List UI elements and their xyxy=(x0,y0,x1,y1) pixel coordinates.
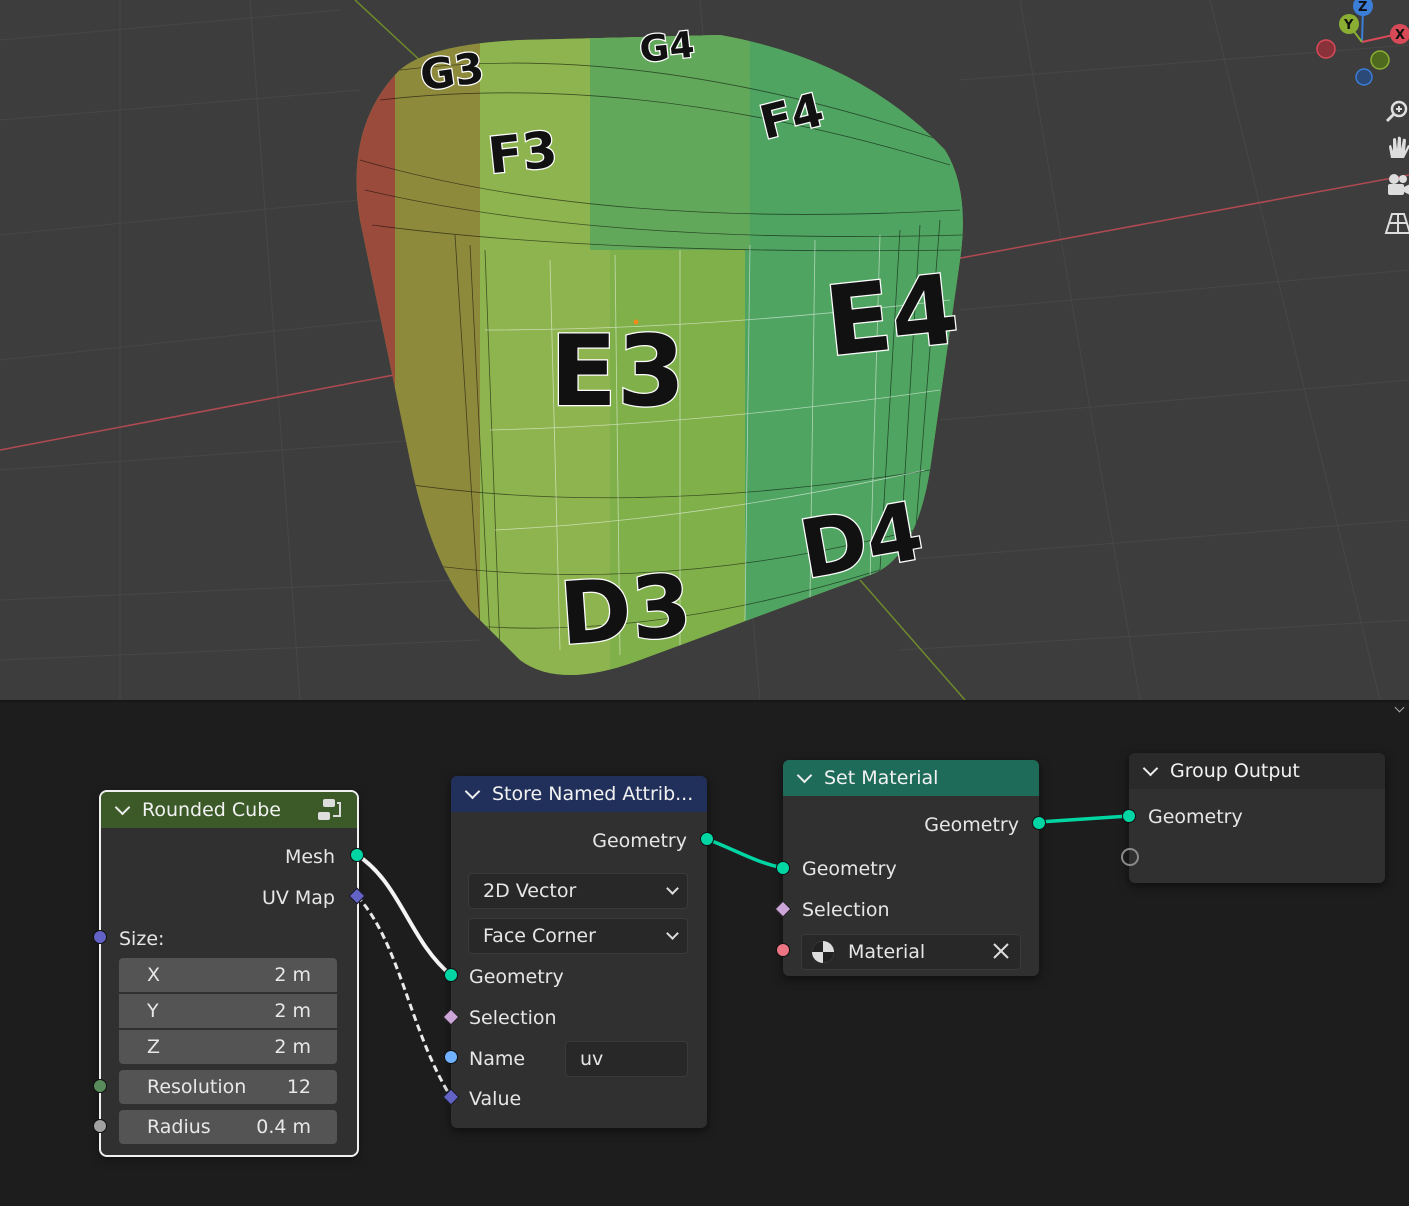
name-text-field[interactable]: uv xyxy=(565,1041,688,1077)
cube-label-g4: G4 xyxy=(638,25,697,71)
setmat-material-input-socket[interactable] xyxy=(776,943,790,957)
material-value: Material xyxy=(848,941,926,963)
domain-value: Face Corner xyxy=(483,925,596,947)
store-geometry-output-socket[interactable] xyxy=(700,832,714,846)
size-z-field[interactable]: Z 2 m xyxy=(119,1030,337,1064)
store-geometry-input-socket[interactable] xyxy=(444,968,458,982)
link-setmaterial-to-output xyxy=(1038,814,1130,824)
cube-label-d3: D3 xyxy=(557,556,695,665)
size-x-label: X xyxy=(147,964,161,986)
node-title: Store Named Attrib... xyxy=(492,783,694,805)
uv-map-output-label: UV Map xyxy=(261,887,335,909)
origin-dot xyxy=(633,319,639,325)
cube-label-e4: E4 xyxy=(820,253,963,378)
store-named-attribute-header[interactable]: Store Named Attrib... xyxy=(451,776,707,812)
set-material-node[interactable]: Set Material Geometry Geometry Selection… xyxy=(783,760,1039,976)
radius-value: 0.4 m xyxy=(256,1116,311,1138)
size-y-field[interactable]: Y 2 m xyxy=(119,994,337,1028)
chevron-down-icon xyxy=(666,882,679,895)
pan-hand-icon[interactable] xyxy=(1382,133,1409,163)
name-text-value: uv xyxy=(580,1048,604,1070)
rounded-cube-node[interactable]: Rounded Cube Mesh UV Map Size: X 2 m Y 2… xyxy=(99,790,359,1157)
cube-label-e3: E3 xyxy=(550,315,685,429)
link-uvmap-to-value xyxy=(355,894,453,1098)
collapse-chevron-icon[interactable] xyxy=(1142,760,1159,776)
cube-label-g3: G3 xyxy=(417,43,487,100)
size-input-socket[interactable] xyxy=(93,930,107,944)
group-output-header[interactable]: Group Output xyxy=(1129,753,1385,789)
size-y-label: Y xyxy=(147,1000,159,1022)
y-axis-line xyxy=(354,0,426,66)
material-sphere-icon xyxy=(810,939,836,970)
size-z-value: 2 m xyxy=(274,1036,311,1058)
node-editor[interactable]: Rounded Cube Mesh UV Map Size: X 2 m Y 2… xyxy=(0,702,1409,1206)
resolution-field[interactable]: Resolution 12 xyxy=(119,1070,337,1104)
set-material-header[interactable]: Set Material xyxy=(783,760,1039,796)
neg-x-axis-ball[interactable] xyxy=(1316,39,1336,59)
perspective-grid-icon[interactable] xyxy=(1382,208,1409,238)
cube-label-d4: D4 xyxy=(793,484,929,597)
z-axis-label: Z xyxy=(1358,0,1367,15)
store-named-attribute-node[interactable]: Store Named Attrib... Geometry 2D Vector… xyxy=(451,776,707,1128)
close-icon[interactable] xyxy=(992,942,1010,965)
collapse-chevron-icon[interactable] xyxy=(114,799,131,815)
navigation-gizmo[interactable]: Y Z X xyxy=(1316,0,1409,86)
rounded-cube-mesh[interactable]: G3 G4 F3 F4 E3 E4 D3 D4 xyxy=(340,23,975,680)
chevron-down-icon xyxy=(666,927,679,940)
size-x-value: 2 m xyxy=(274,964,311,986)
node-title: Set Material xyxy=(824,767,939,789)
value-input-label: Value xyxy=(469,1088,522,1110)
geometry-output-label: Geometry xyxy=(924,814,1019,836)
size-z-label: Z xyxy=(147,1036,161,1058)
radius-field[interactable]: Radius 0.4 m xyxy=(119,1110,337,1144)
mesh-output-socket[interactable] xyxy=(350,848,364,862)
neg-y-axis-ball[interactable] xyxy=(1370,50,1390,70)
camera-icon[interactable] xyxy=(1382,170,1409,200)
node-title: Rounded Cube xyxy=(142,799,281,821)
x-axis-label: X xyxy=(1395,28,1405,43)
setmat-geometry-output-socket[interactable] xyxy=(1032,816,1046,830)
data-type-dropdown[interactable]: 2D Vector xyxy=(468,873,688,909)
setmat-geometry-input-socket[interactable] xyxy=(776,861,790,875)
selection-input-label: Selection xyxy=(802,899,890,921)
size-y-value: 2 m xyxy=(274,1000,311,1022)
radius-input-socket[interactable] xyxy=(93,1119,107,1133)
viewport-scene: G3 G4 F3 F4 E3 E4 D3 D4 Y Z X xyxy=(0,0,1409,700)
output-geometry-input-socket[interactable] xyxy=(1122,809,1136,823)
rounded-cube-header[interactable]: Rounded Cube xyxy=(101,792,357,828)
y-axis-label: Y xyxy=(1343,18,1354,33)
mesh-output-label: Mesh xyxy=(284,846,335,868)
domain-dropdown[interactable]: Face Corner xyxy=(468,918,688,954)
x-axis-line xyxy=(0,369,421,451)
group-output-node[interactable]: Group Output Geometry xyxy=(1129,753,1385,883)
geometry-input-label: Geometry xyxy=(1148,806,1243,828)
geometry-output-label: Geometry xyxy=(592,830,687,852)
data-type-value: 2D Vector xyxy=(483,880,577,902)
resolution-value: 12 xyxy=(286,1076,311,1098)
material-selector[interactable]: Material xyxy=(801,934,1021,970)
node-group-icon[interactable] xyxy=(317,798,343,827)
size-label: Size: xyxy=(119,928,165,950)
output-empty-input-socket[interactable] xyxy=(1121,848,1139,866)
cube-label-f3: F3 xyxy=(485,120,560,185)
resolution-input-socket[interactable] xyxy=(93,1079,107,1093)
link-store-to-setmaterial xyxy=(706,837,784,870)
radius-label: Radius xyxy=(147,1116,211,1138)
resolution-label: Resolution xyxy=(147,1076,247,1098)
size-x-field[interactable]: X 2 m xyxy=(119,958,337,992)
neg-z-axis-ball[interactable] xyxy=(1355,68,1373,86)
store-name-input-socket[interactable] xyxy=(444,1050,458,1064)
3d-viewport[interactable]: G3 G4 F3 F4 E3 E4 D3 D4 Y Z X xyxy=(0,0,1409,700)
zoom-icon[interactable] xyxy=(1382,96,1409,126)
collapse-chevron-icon[interactable] xyxy=(464,783,481,799)
node-title: Group Output xyxy=(1170,760,1300,782)
collapse-chevron-icon[interactable] xyxy=(796,767,813,783)
selection-input-label: Selection xyxy=(469,1007,557,1029)
name-input-label: Name xyxy=(469,1048,526,1070)
geometry-input-label: Geometry xyxy=(469,966,564,988)
geometry-input-label: Geometry xyxy=(802,858,897,880)
